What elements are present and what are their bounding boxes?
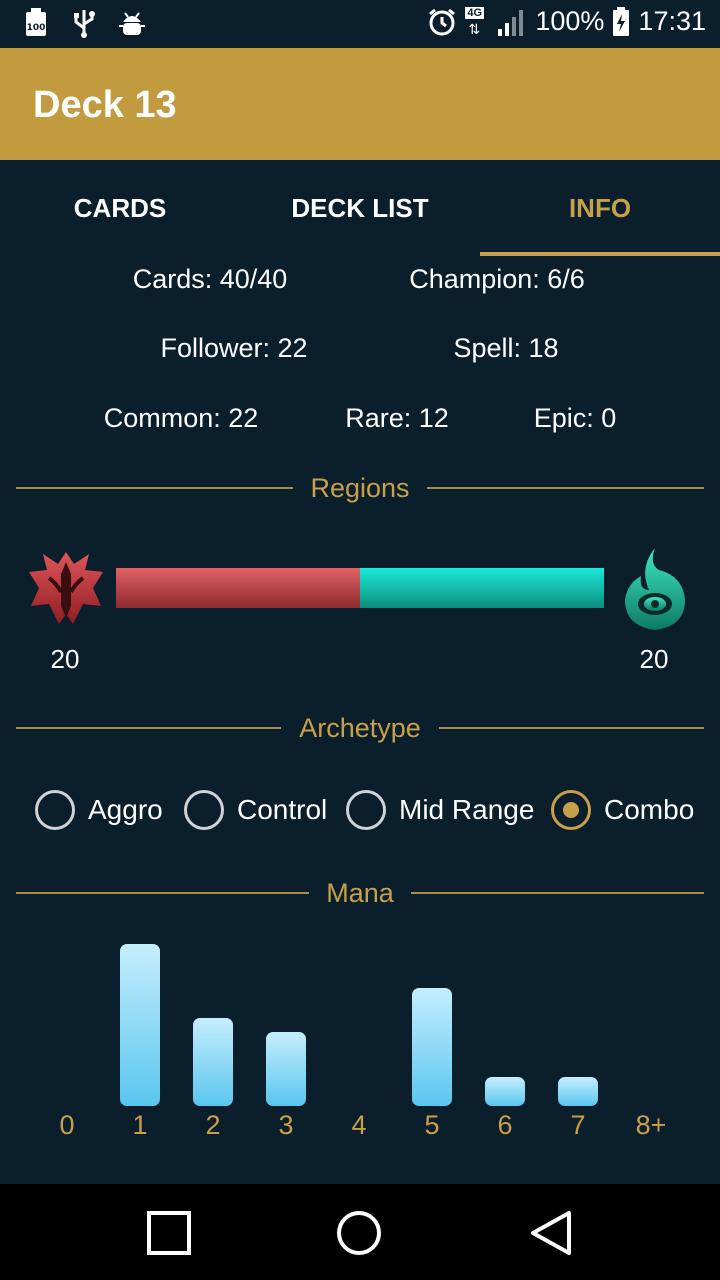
regions-divider-left xyxy=(16,487,293,489)
region-bar-noxus xyxy=(116,568,360,608)
tab-deck-list[interactable]: DECK LIST xyxy=(240,160,480,256)
archetype-divider-left xyxy=(16,727,281,729)
cards-count: Cards: 40/40 xyxy=(132,264,288,294)
signal-icon xyxy=(498,9,524,36)
clock: 17:31 xyxy=(638,6,706,36)
radio-mid-range[interactable] xyxy=(346,790,386,830)
regions-divider-right xyxy=(427,487,704,489)
archetype-option-combo[interactable]: Combo xyxy=(551,790,694,830)
noxus-region-icon xyxy=(29,552,103,624)
region-count-shadow-isles: 20 xyxy=(639,644,669,674)
network-badge: 4G xyxy=(465,6,485,19)
tab-info[interactable]: INFO xyxy=(480,160,720,256)
archetype-divider-right xyxy=(439,727,704,729)
mana-bar-3 xyxy=(266,1032,306,1106)
archetype-title: Archetype xyxy=(299,713,421,743)
rare-count: Rare: 12 xyxy=(345,403,449,433)
mana-tick-label: 6 xyxy=(497,1110,513,1140)
battery-percent: 100% xyxy=(535,6,605,36)
mana-bar-6 xyxy=(485,1076,525,1106)
radio-combo[interactable] xyxy=(551,790,591,830)
radio-aggro[interactable] xyxy=(35,790,75,830)
archetype-label-mid-range: Mid Range xyxy=(399,794,535,825)
archetype-option-aggro[interactable]: Aggro xyxy=(35,790,163,830)
radio-control[interactable] xyxy=(184,790,224,830)
region-bar-shadow-isles xyxy=(360,568,604,608)
mana-bar-2 xyxy=(193,1017,233,1106)
epic-count: Epic: 0 xyxy=(533,403,617,433)
mana-tick-label: 1 xyxy=(132,1110,148,1140)
mana-bar-1 xyxy=(120,944,160,1106)
android-debug-icon xyxy=(119,12,145,35)
mana-bar-5 xyxy=(412,988,452,1106)
alarm-icon xyxy=(429,8,456,35)
stats-top-row-clip: Cards: 40/40 Champion: 6/6 xyxy=(0,256,720,300)
mana-bar-7 xyxy=(558,1076,598,1106)
archetype-option-mid-range[interactable]: Mid Range xyxy=(346,790,534,830)
archetype-label-aggro: Aggro xyxy=(88,794,163,825)
mana-title: Mana xyxy=(326,878,394,908)
page-title: Deck 13 xyxy=(33,84,177,126)
region-count-noxus: 20 xyxy=(50,644,80,674)
mana-tick-label: 2 xyxy=(205,1110,221,1140)
screen: 100 4G ⇅ 100% 17:31 Deck 13 CARDS DECK L… xyxy=(0,0,720,1280)
svg-text:100: 100 xyxy=(27,23,46,33)
recents-square-icon[interactable] xyxy=(147,1211,191,1255)
battery-100-icon: 100 xyxy=(26,8,46,36)
battery-charging-icon xyxy=(613,6,630,36)
mana-tick-label: 7 xyxy=(570,1110,586,1140)
mana-tick-label: 5 xyxy=(424,1110,440,1140)
network-type-icon: 4G ⇅ xyxy=(465,6,485,37)
usb-icon xyxy=(74,10,95,38)
mana-tick-label: 3 xyxy=(278,1110,294,1140)
archetype-label-combo: Combo xyxy=(604,794,695,825)
back-triangle-icon[interactable] xyxy=(528,1210,574,1256)
navigation-bar xyxy=(0,1184,720,1280)
champion-count: Champion: 6/6 xyxy=(409,264,585,294)
home-circle-icon[interactable] xyxy=(336,1210,382,1256)
app-bar: Deck 13 xyxy=(0,48,720,160)
follower-count: Follower: 22 xyxy=(160,333,308,363)
common-count: Common: 22 xyxy=(103,403,259,433)
spell-count: Spell: 18 xyxy=(453,333,559,363)
mana-tick-label: 0 xyxy=(59,1110,75,1140)
mana-divider-right xyxy=(411,892,704,894)
status-bar: 100 4G ⇅ 100% 17:31 xyxy=(0,0,720,48)
shadow-isles-region-icon xyxy=(625,548,685,630)
mana-tick-label: 8+ xyxy=(635,1110,667,1140)
region-ratio-bar xyxy=(116,568,604,608)
mana-divider-left xyxy=(16,892,309,894)
regions-title: Regions xyxy=(310,473,410,503)
archetype-option-control[interactable]: Control xyxy=(184,790,327,830)
archetype-label-control: Control xyxy=(237,794,328,825)
tab-bar: CARDS DECK LIST INFO xyxy=(0,160,720,256)
tab-cards[interactable]: CARDS xyxy=(0,160,240,256)
mana-tick-label: 4 xyxy=(351,1110,367,1140)
